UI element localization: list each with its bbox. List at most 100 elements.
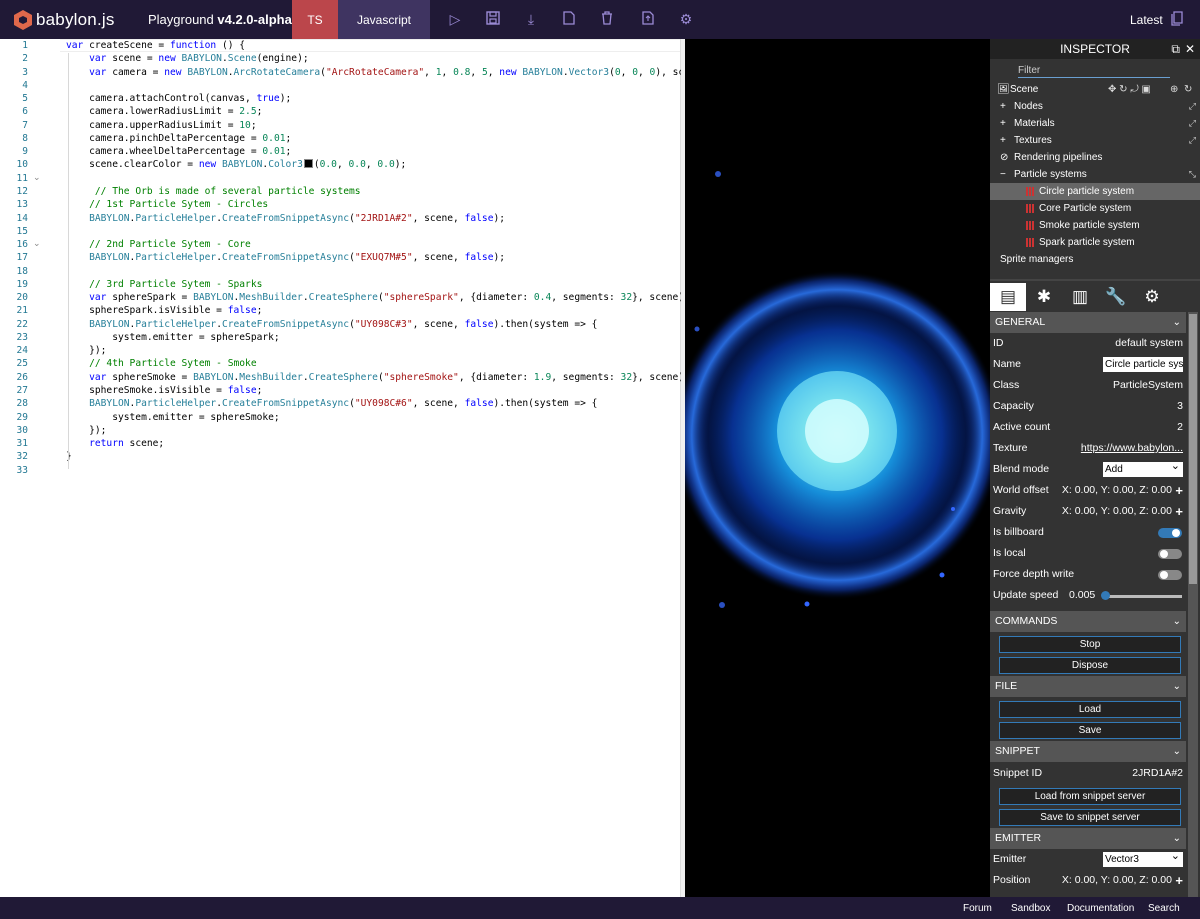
code-line[interactable]: // 4th Particle Sytem - Smoke [66, 358, 257, 369]
tree-item-smoke-particle-system[interactable]: Smoke particle system [990, 217, 1200, 234]
save-button[interactable]: Save [999, 722, 1181, 739]
popout-icon[interactable]: ⧉ [1171, 42, 1180, 57]
code-line[interactable]: // The Orb is made of several particle s… [66, 186, 361, 197]
name-input[interactable]: Circle particle system [1103, 357, 1183, 372]
code-line[interactable]: system.emitter = sphereSpark; [66, 332, 280, 343]
refresh-icon[interactable]: ↻ [1184, 81, 1192, 98]
footer-link-documentation[interactable]: Documentation [1067, 903, 1134, 914]
tab-typescript[interactable]: TS [292, 0, 338, 39]
load-from-snippet-button[interactable]: Load from snippet server [999, 788, 1181, 805]
close-icon[interactable]: ✕ [1185, 42, 1195, 56]
section-snippet-header[interactable]: SNIPPET ⌄ [990, 741, 1186, 762]
collapse-all-icon[interactable]: ⤡ [1189, 166, 1196, 183]
fold-chevron-icon[interactable]: ⌄ [33, 238, 41, 249]
expand-all-icon[interactable]: ⤢ [1189, 132, 1196, 149]
code-editor[interactable]: 1 2 3 4 5 6 7 8 9 10 11 ⌄ 12 13 14 15 16 ⌄ 17 18 19 20 21 22 23 2… [0, 39, 713, 897]
save-to-snippet-button[interactable]: Save to snippet server [999, 809, 1181, 826]
code-line[interactable]: system.emitter = sphereSmoke; [66, 412, 280, 423]
code-line[interactable]: var sphereSpark = BABYLON.MeshBuilder.Cr… [66, 292, 690, 303]
clear-trash-icon[interactable] [599, 11, 615, 27]
filter-input[interactable]: Filter [1018, 65, 1170, 78]
inspector-scrollbar[interactable] [1188, 312, 1198, 897]
section-file-header[interactable]: FILE ⌄ [990, 676, 1186, 697]
download-icon[interactable]: ⤓ [523, 11, 539, 27]
section-commands-header[interactable]: COMMANDS ⌄ [990, 611, 1186, 632]
load-button[interactable]: Load [999, 701, 1181, 718]
prop-label: Blend mode [993, 463, 1050, 475]
tree-item-scene[interactable]: 🖼 Scene ✥ ↻ ⤾ ▣ ⊕ ↻ [990, 81, 1200, 98]
format-code-icon[interactable] [640, 11, 656, 27]
section-emitter-header[interactable]: EMITTER ⌄ [990, 828, 1186, 849]
babylon-logo[interactable]: babylon.js [14, 9, 115, 31]
emitter-select[interactable]: Vector3 [1103, 849, 1183, 867]
section-general-header[interactable]: GENERAL ⌄ [990, 312, 1186, 333]
tab-javascript[interactable]: Javascript [338, 0, 430, 39]
code-line[interactable]: camera.pinchDeltaPercentage = 0.01; [66, 133, 291, 144]
tree-item-rendering-pipelines[interactable]: ⊘ Rendering pipelines [990, 149, 1200, 166]
stop-button[interactable]: Stop [999, 636, 1181, 653]
tree-item-core-particle-system[interactable]: Core Particle system [990, 200, 1200, 217]
tree-item-sprite-managers[interactable]: Sprite managers [990, 251, 1200, 268]
tree-item-circle-particle-system[interactable]: Circle particle system [990, 183, 1200, 200]
code-line[interactable]: sphereSpark.isVisible = false; [66, 305, 262, 316]
pick-icon[interactable]: ⊕ [1170, 81, 1178, 98]
code-line[interactable]: return scene; [66, 438, 164, 449]
tree-item-spark-particle-system[interactable]: Spark particle system [990, 234, 1200, 251]
billboard-toggle[interactable] [1158, 528, 1182, 538]
tab-properties[interactable]: ▤ [990, 283, 1026, 311]
code-line[interactable]: // 3rd Particle Sytem - Sparks [66, 279, 262, 290]
expand-all-icon[interactable]: ⤢ [1189, 98, 1196, 115]
code-line[interactable]: }); [66, 425, 106, 436]
code-line[interactable]: BABYLON.ParticleHelper.CreateFromSnippet… [66, 252, 505, 263]
code-line[interactable]: var camera = new BABYLON.ArcRotateCamera… [66, 67, 713, 78]
update-speed-slider[interactable] [1102, 595, 1182, 598]
texture-link[interactable]: https://www.babylon... [1081, 438, 1183, 459]
tab-statistics[interactable]: ▥ [1062, 283, 1098, 311]
code-line[interactable]: // 2nd Particle Sytem - Core [66, 239, 251, 250]
depth-write-toggle[interactable] [1158, 570, 1182, 580]
footer-link-forum[interactable]: Forum [963, 903, 992, 914]
version-select-latest[interactable]: Latest [1130, 13, 1163, 27]
code-line[interactable]: BABYLON.ParticleHelper.CreateFromSnippet… [66, 319, 597, 330]
tab-settings[interactable]: ⚙ [1134, 283, 1170, 311]
code-line[interactable]: scene.clearColor = new BABYLON.Color3 (0.… [66, 159, 406, 170]
fold-chevron-icon[interactable]: ⌄ [33, 172, 41, 183]
code-line[interactable]: camera.lowerRadiusLimit = 2.5; [66, 106, 262, 117]
tab-tools[interactable]: 🔧 [1098, 283, 1134, 311]
footer-link-sandbox[interactable]: Sandbox [1011, 903, 1050, 914]
code-line[interactable]: camera.upperRadiusLimit = 10; [66, 120, 257, 131]
slider-thumb[interactable] [1101, 591, 1110, 600]
blend-mode-select[interactable]: Add [1103, 459, 1183, 477]
local-toggle[interactable] [1158, 549, 1182, 559]
code-line[interactable]: BABYLON.ParticleHelper.CreateFromSnippet… [66, 398, 597, 409]
footer-link-search[interactable]: Search [1148, 903, 1180, 914]
save-icon[interactable] [485, 11, 501, 27]
code-line[interactable]: }); [66, 345, 106, 356]
code-line[interactable]: // 1st Particle Sytem - Circles [66, 199, 268, 210]
scene-tools-icons[interactable]: ✥ ↻ ⤾ ▣ [1108, 81, 1151, 98]
expand-plus-icon[interactable]: + [1175, 480, 1183, 501]
tree-item-particle-systems[interactable]: − Particle systems ⤡ [990, 166, 1200, 183]
dispose-button[interactable]: Dispose [999, 657, 1181, 674]
expand-plus-icon[interactable]: + [1175, 870, 1183, 891]
settings-gear-icon[interactable]: ⚙ [678, 11, 694, 27]
code-line[interactable]: var createScene = function () { [66, 40, 245, 51]
scrollbar-thumb[interactable] [1189, 314, 1197, 584]
examples-doc-icon[interactable] [1171, 11, 1185, 29]
new-file-icon[interactable] [561, 11, 577, 27]
render-canvas[interactable] [685, 39, 990, 897]
expand-all-icon[interactable]: ⤢ [1189, 115, 1196, 132]
code-line[interactable]: var scene = new BABYLON.Scene(engine); [66, 53, 309, 64]
tab-debug[interactable]: ✱ [1026, 283, 1062, 311]
run-icon[interactable]: ▷ [447, 11, 463, 27]
code-line[interactable]: sphereSmoke.isVisible = false; [66, 385, 262, 396]
tree-item-nodes[interactable]: + Nodes ⤢ [990, 98, 1200, 115]
code-line[interactable]: BABYLON.ParticleHelper.CreateFromSnippet… [66, 213, 505, 224]
expand-plus-icon[interactable]: + [1175, 501, 1183, 522]
code-line[interactable]: var sphereSmoke = BABYLON.MeshBuilder.Cr… [66, 372, 690, 383]
code-area[interactable]: var createScene = function () { var scen… [60, 39, 713, 897]
tree-item-materials[interactable]: + Materials ⤢ [990, 115, 1200, 132]
tree-item-textures[interactable]: + Textures ⤢ [990, 132, 1200, 149]
code-line[interactable]: camera.wheelDeltaPercentage = 0.01; [66, 146, 291, 157]
code-line[interactable]: camera.attachControl(canvas, true); [66, 93, 291, 104]
